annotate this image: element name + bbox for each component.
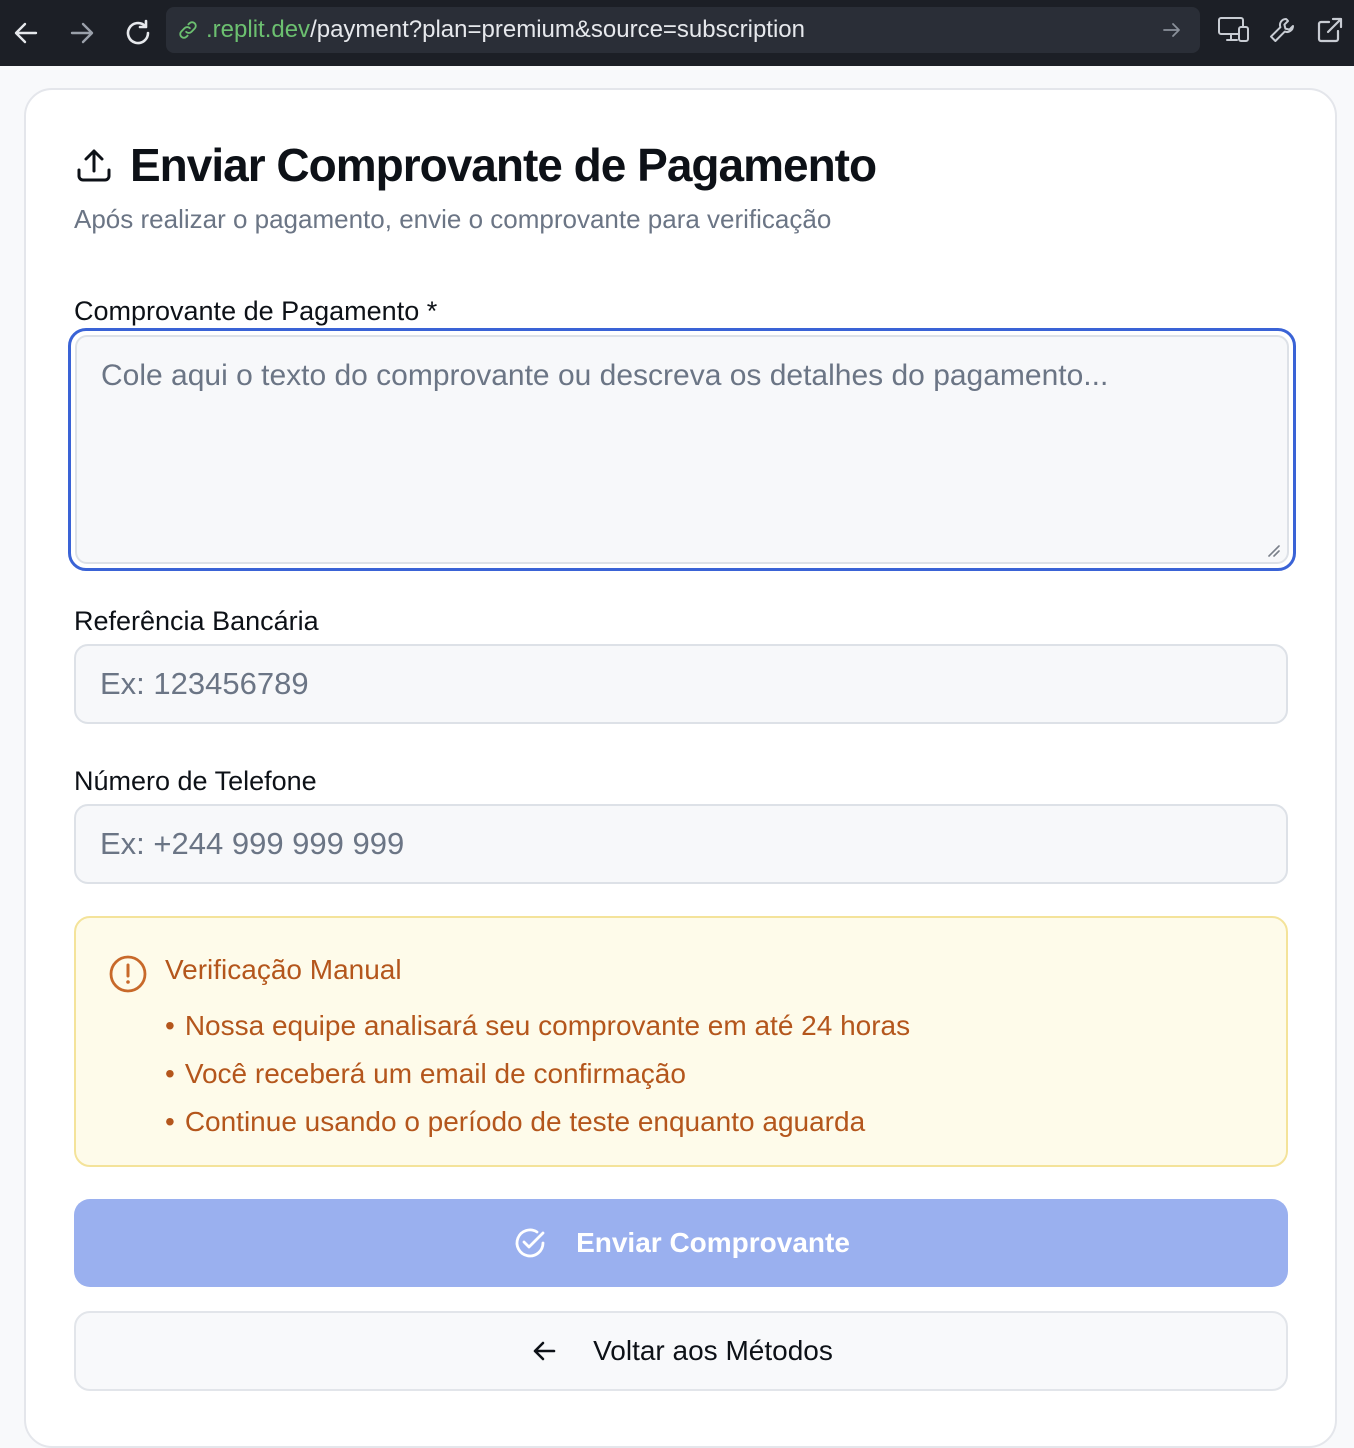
page-title: Enviar Comprovante de Pagamento — [130, 139, 877, 191]
notice-item: • Você receberá um email de confirmação — [165, 1058, 686, 1089]
alert-circle-icon — [109, 955, 147, 993]
notice-title: Verificação Manual — [165, 954, 402, 985]
reload-icon[interactable] — [116, 11, 160, 55]
devices-icon[interactable] — [1210, 8, 1258, 52]
page-subtitle: Após realizar o pagamento, envie o compr… — [74, 204, 832, 234]
browser-toolbar: .replit.dev/payment?plan=premium&source=… — [0, 0, 1354, 66]
submit-proof-button[interactable]: Enviar Comprovante — [74, 1199, 1288, 1287]
manual-verification-notice: Verificação Manual • Nossa equipe analisa… — [74, 916, 1288, 1167]
back-button-label: Voltar aos Métodos — [593, 1335, 833, 1366]
proof-textarea[interactable] — [75, 335, 1289, 564]
page-header: Enviar Comprovante de Pagamento — [74, 138, 877, 192]
check-circle-icon — [512, 1225, 548, 1261]
back-to-methods-button[interactable]: Voltar aos Métodos — [74, 1311, 1288, 1391]
submit-button-label: Enviar Comprovante — [576, 1227, 850, 1258]
notice-item: • Continue usando o período de teste enqu… — [165, 1106, 866, 1137]
proof-label: Comprovante de Pagamento * — [74, 296, 438, 326]
phone-input[interactable] — [74, 804, 1288, 884]
wrench-icon[interactable] — [1258, 8, 1306, 52]
phone-label: Número de Telefone — [74, 766, 317, 796]
url-domain: .replit.dev — [206, 16, 311, 43]
forward-arrow-icon[interactable] — [60, 11, 104, 55]
resize-handle-icon[interactable] — [1263, 540, 1281, 558]
back-arrow-icon[interactable] — [4, 11, 48, 55]
proof-textarea-focus-ring — [68, 328, 1296, 571]
go-arrow-icon[interactable] — [1158, 16, 1186, 44]
bank-reference-label: Referência Bancária — [74, 606, 319, 636]
arrow-left-icon — [529, 1336, 559, 1366]
link-icon — [174, 16, 202, 44]
external-link-icon[interactable] — [1306, 8, 1354, 52]
notice-list: • Nossa equipe analisará seu comprovante … — [165, 1002, 910, 1146]
url-path: /payment?plan=premium&source=subscriptio… — [310, 16, 805, 43]
notice-item: • Nossa equipe analisará seu comprovante … — [165, 1010, 911, 1041]
bank-reference-input[interactable] — [74, 644, 1288, 724]
payment-proof-card: Enviar Comprovante de Pagamento Após rea… — [24, 88, 1337, 1448]
upload-icon — [74, 145, 114, 185]
address-bar[interactable]: .replit.dev/payment?plan=premium&source=… — [166, 7, 1200, 53]
